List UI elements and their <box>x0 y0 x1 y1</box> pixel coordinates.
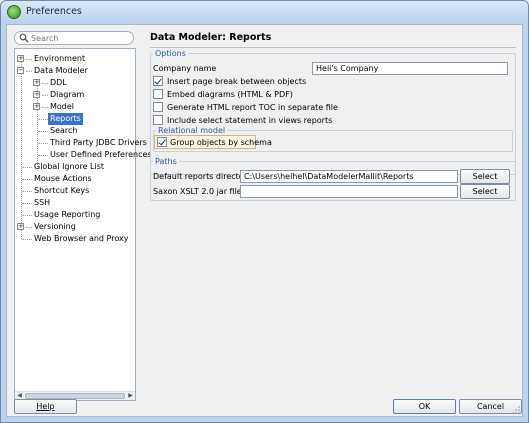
tree-item-environment[interactable]: + Environment <box>15 53 135 65</box>
app-icon <box>7 5 21 19</box>
expand-icon[interactable]: + <box>33 91 40 98</box>
select-directory-button[interactable]: Select <box>460 169 510 184</box>
tree-item-web-browser-proxy[interactable]: Web Browser and Proxy <box>15 233 135 245</box>
divider <box>150 47 516 48</box>
saxon-jar-label: Saxon XSLT 2.0 jar file <box>153 187 242 196</box>
search-input[interactable] <box>31 32 129 44</box>
tree-item-versioning[interactable]: + Versioning <box>15 221 135 233</box>
search-field[interactable] <box>14 31 134 45</box>
tree-item-model[interactable]: + Model <box>15 101 135 113</box>
preferences-tree[interactable]: + Environment − Data Modeler + DDL + Dia… <box>14 48 152 401</box>
insert-page-break-checkbox[interactable] <box>153 76 163 86</box>
scroll-right-icon[interactable]: ▶ <box>126 392 135 400</box>
ok-button[interactable]: OK <box>393 399 456 414</box>
group-by-schema-checkbox[interactable] <box>157 137 167 147</box>
insert-page-break-label: Insert page break between objects <box>167 77 307 86</box>
help-label: Help <box>36 402 55 411</box>
tree-item-ddl[interactable]: + DDL <box>15 77 135 89</box>
group-by-schema-label: Group objects by schema <box>170 138 272 147</box>
generate-toc-checkbox[interactable] <box>153 102 163 112</box>
tree-item-jdbc-drivers[interactable]: Third Party JDBC Drivers <box>15 137 147 149</box>
tree-item-reports[interactable]: Reports <box>15 113 135 125</box>
saxon-jar-input[interactable] <box>240 185 458 198</box>
expand-icon[interactable]: + <box>33 103 40 110</box>
include-select-checkbox[interactable] <box>153 115 163 125</box>
tree-item-mouse-actions[interactable]: Mouse Actions <box>15 173 135 185</box>
window-title: Preferences <box>26 6 82 17</box>
paths-group-title: Paths <box>153 157 179 166</box>
company-name-label: Company name <box>153 64 217 73</box>
select-saxon-button[interactable]: Select <box>460 184 510 199</box>
options-group-title: Options <box>153 49 188 58</box>
tree-item-diagram[interactable]: + Diagram <box>15 89 135 101</box>
company-name-input[interactable]: Heli's Company <box>312 62 508 75</box>
resize-grip-icon[interactable] <box>512 406 520 414</box>
title-bar[interactable]: Preferences <box>1 1 528 23</box>
embed-diagrams-label: Embed diagrams (HTML & PDF) <box>167 90 293 99</box>
expand-icon[interactable]: + <box>33 79 40 86</box>
expand-icon[interactable]: + <box>17 55 24 62</box>
help-button[interactable]: Help <box>14 399 77 414</box>
default-reports-directory-input[interactable]: C:\Users\helhel\DataModelerMallit\Report… <box>240 170 458 183</box>
preferences-window: Preferences + Environment − Data M <box>0 0 529 423</box>
tree-item-search[interactable]: Search <box>15 125 135 137</box>
relational-model-title: Relational model <box>156 126 228 135</box>
tree-item-data-modeler[interactable]: − Data Modeler <box>15 65 135 77</box>
include-select-label: Include select statement in views report… <box>167 116 333 125</box>
tree-item-user-defined-preferences[interactable]: User Defined Preferences <box>15 149 152 161</box>
tree-item-shortcut-keys[interactable]: Shortcut Keys <box>15 185 135 197</box>
search-icon <box>19 33 29 43</box>
page-title: Data Modeler: Reports <box>150 32 272 43</box>
embed-diagrams-checkbox[interactable] <box>153 89 163 99</box>
tree-item-global-ignore-list[interactable]: Global Ignore List <box>15 161 135 173</box>
dialog-body: + Environment − Data Modeler + DDL + Dia… <box>6 24 523 417</box>
generate-toc-label: Generate HTML report TOC in separate fil… <box>167 103 338 112</box>
tree-item-ssh[interactable]: SSH <box>15 197 135 209</box>
default-reports-directory-label: Default reports directory <box>153 172 252 181</box>
collapse-icon[interactable]: − <box>17 67 24 74</box>
expand-icon[interactable]: + <box>17 223 24 230</box>
tree-item-usage-reporting[interactable]: Usage Reporting <box>15 209 135 221</box>
